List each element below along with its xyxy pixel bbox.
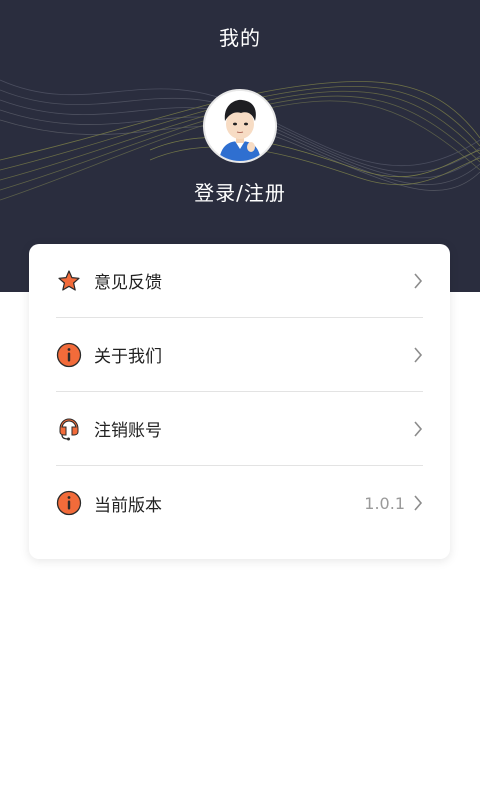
menu-item-version[interactable]: 当前版本 1.0.1 [56, 466, 423, 540]
menu-item-feedback[interactable]: 意见反馈 [56, 244, 423, 318]
page-title: 我的 [219, 26, 261, 50]
star-icon [56, 268, 82, 294]
chevron-right-icon [414, 272, 423, 289]
menu-item-label: 关于我们 [94, 347, 162, 367]
menu-card: 意见反馈 关于我们 注销账号 当前版本 1.0.1 [29, 244, 450, 559]
menu-item-label: 意见反馈 [94, 273, 162, 293]
info-icon [56, 490, 82, 516]
user-avatar[interactable] [203, 89, 277, 163]
login-register-link[interactable]: 登录/注册 [0, 177, 480, 206]
version-value: 1.0.1 [364, 493, 405, 513]
menu-item-about[interactable]: 关于我们 [56, 318, 423, 392]
menu-item-label: 注销账号 [94, 421, 162, 441]
info-icon [56, 342, 82, 368]
avatar-image [205, 91, 275, 161]
chevron-right-icon [414, 346, 423, 363]
chevron-right-icon [414, 495, 423, 511]
menu-item-label: 当前版本 [94, 495, 162, 516]
chevron-right-icon [414, 420, 423, 437]
menu-item-cancel-account[interactable]: 注销账号 [56, 392, 423, 466]
headset-icon [56, 416, 82, 442]
